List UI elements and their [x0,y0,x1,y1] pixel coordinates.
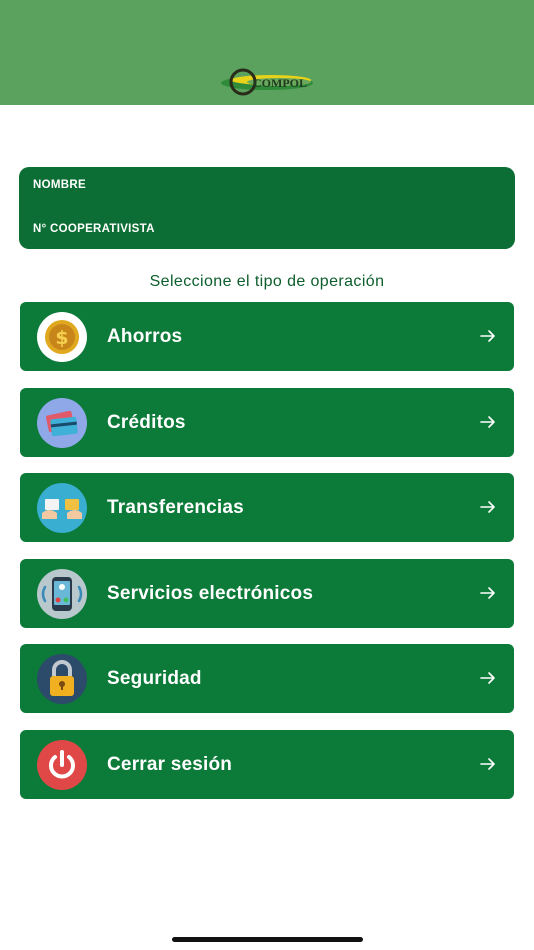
user-name-label: NOMBRE [33,179,86,191]
menu-item-label: Seguridad [107,668,202,689]
arrow-right-icon [480,416,495,428]
arrow-right-icon [480,672,495,684]
app-header: COMPOL [0,0,534,105]
arrow-right-icon [480,587,495,599]
menu-item-transferencias[interactable]: Transferencias [20,473,514,542]
operation-type-prompt: Seleccione el tipo de operación [149,273,385,290]
menu-item-cerrar-sesion[interactable]: Cerrar sesión [20,730,514,799]
transfer-icon [37,483,87,533]
logo-text: COMPOL [253,76,307,90]
menu-item-label: Transferencias [107,497,244,518]
cooperativista-number-label: N° COOPERATIVISTA [33,223,155,235]
user-info-card: NOMBRE N° COOPERATIVISTA [19,167,515,249]
compol-logo: COMPOL [221,68,313,96]
arrow-right-icon [480,758,495,770]
menu-item-label: Servicios electrónicos [107,583,314,604]
padlock-icon [37,654,87,704]
arrow-right-icon [480,501,495,513]
menu-item-label: Cerrar sesión [107,754,233,775]
svg-text:$: $ [55,327,68,349]
credit-card-icon [37,398,87,448]
home-indicator[interactable] [172,937,363,942]
power-icon [37,740,87,790]
phone-icon [37,569,87,619]
coin-icon: $ [37,312,87,362]
menu-item-seguridad[interactable]: Seguridad [20,644,514,713]
menu-item-servicios-electronicos[interactable]: Servicios electrónicos [20,559,514,628]
menu-item-creditos[interactable]: Créditos [20,388,514,457]
menu-item-ahorros[interactable]: $ Ahorros [20,302,514,371]
arrow-right-icon [480,330,495,342]
menu-item-label: Ahorros [107,326,183,347]
menu-item-label: Créditos [107,412,186,433]
